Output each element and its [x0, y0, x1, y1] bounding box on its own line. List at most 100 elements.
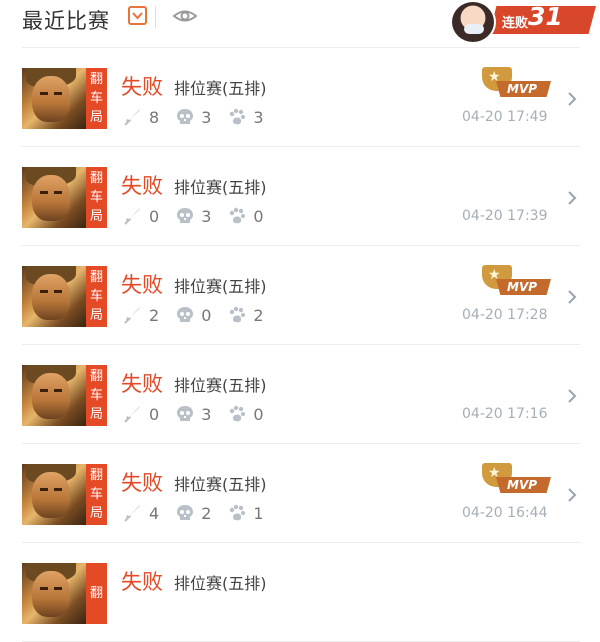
assists-value: 3 [253, 107, 264, 127]
list-item[interactable]: 翻车局失败 排位赛(五排) 8 3 3 ★ MVP 04-20 17:49 [0, 49, 600, 147]
tag-char: 局 [89, 506, 103, 521]
kills-stat: 2 [123, 305, 159, 325]
match-result: 失败 [121, 570, 163, 594]
row-chevron[interactable] [567, 91, 577, 111]
list-item[interactable]: 翻车局失败 排位赛(五排) 2 0 2 ★ MVP 04-20 17:28 [0, 247, 600, 345]
skull-icon [177, 307, 194, 322]
tag-char: 局 [89, 110, 103, 125]
tag-char: 翻 [89, 171, 103, 186]
deaths-stat: 0 [175, 305, 211, 325]
list-item[interactable]: 翻车局失败 排位赛(五排) 0 3 0 04-20 17:16 [0, 346, 600, 444]
eye-icon [172, 10, 198, 22]
divider [22, 443, 580, 444]
deaths-stat: 3 [175, 206, 211, 226]
deaths-value: 3 [201, 107, 212, 127]
chevron-right-icon [568, 389, 577, 403]
row-chevron[interactable] [567, 289, 577, 309]
kills-stat: 8 [123, 107, 159, 127]
assists-stat: 0 [227, 206, 264, 226]
list-item[interactable]: 翻车局失败 排位赛(五排) 4 2 1 ★ MVP 04-20 16:44 [0, 445, 600, 543]
mvp-badge: ★ MVP [478, 265, 552, 299]
streak-count: 31 [528, 2, 563, 31]
match-tag: 翻车局 [86, 365, 107, 426]
match-tag: 翻车局 [86, 266, 107, 327]
assists-stat: 0 [227, 404, 264, 424]
match-time: 04-20 17:28 [462, 307, 548, 323]
deaths-stat: 3 [175, 107, 211, 127]
assists-stat: 1 [227, 503, 264, 523]
sword-icon [124, 208, 140, 225]
deaths-value: 3 [201, 404, 212, 424]
assists-value: 0 [253, 206, 264, 226]
assists-value: 2 [253, 305, 264, 325]
list-item[interactable]: 翻车局失败 排位赛(五排) 0 3 0 04-20 17:39 [0, 148, 600, 246]
tag-char: 翻 [89, 468, 103, 483]
tag-char: 翻 [89, 586, 103, 601]
chevron-down-icon [132, 11, 143, 19]
tag-char: 车 [89, 487, 103, 502]
row-chevron[interactable] [567, 487, 577, 507]
match-mode: 排位赛(五排) [174, 79, 267, 98]
chevron-right-icon [568, 191, 577, 205]
streak-label: 连败 [502, 16, 529, 31]
assists-stat: 2 [227, 305, 264, 325]
divider [22, 245, 580, 246]
paw-icon [230, 306, 246, 323]
tag-char: 翻 [89, 72, 103, 87]
kda-stats: 4 2 1 [123, 502, 280, 524]
match-result: 失败 [121, 471, 163, 495]
assists-value: 0 [253, 404, 264, 424]
mvp-label: MVP [507, 82, 538, 96]
assists-value: 1 [253, 503, 264, 523]
chevron-right-icon [568, 488, 577, 502]
match-mode: 排位赛(五排) [174, 475, 267, 494]
hero-portrait [22, 365, 86, 426]
sword-icon [124, 307, 140, 324]
paw-icon [230, 108, 246, 125]
kills-value: 2 [149, 305, 160, 325]
match-result: 失败 [121, 372, 163, 396]
losing-streak-badge: 连败 31 [450, 0, 600, 44]
page-title: 最近比赛 [22, 9, 110, 33]
match-tag: 翻车局 [86, 167, 107, 228]
match-time: 04-20 17:16 [462, 406, 548, 422]
kda-stats: 0 3 0 [123, 403, 280, 425]
match-mode: 排位赛(五排) [174, 277, 267, 296]
paw-icon [230, 504, 246, 521]
match-result: 失败 [121, 75, 163, 99]
mvp-badge: ★ MVP [478, 67, 552, 101]
row-chevron[interactable] [567, 388, 577, 408]
mvp-label: MVP [507, 280, 538, 294]
kills-stat: 0 [123, 404, 159, 424]
skull-icon [177, 505, 194, 520]
skull-icon [177, 406, 194, 421]
deaths-stat: 3 [175, 404, 211, 424]
chevron-right-icon [568, 92, 577, 106]
match-mode: 排位赛(五排) [174, 574, 267, 593]
kda-stats: 8 3 3 [123, 106, 280, 128]
deaths-value: 0 [201, 305, 212, 325]
assists-stat: 3 [227, 107, 264, 127]
hero-portrait [22, 563, 86, 624]
list-item[interactable]: 翻 失败 排位赛(五排) [0, 544, 600, 642]
tag-char: 车 [89, 289, 103, 304]
deaths-value: 3 [201, 206, 212, 226]
kills-stat: 0 [123, 206, 159, 226]
divider [22, 47, 580, 48]
kills-value: 0 [149, 404, 160, 424]
tag-char: 局 [89, 407, 103, 422]
kills-value: 0 [149, 206, 160, 226]
match-tag: 翻 [86, 563, 107, 624]
mvp-label: MVP [507, 478, 538, 492]
kills-value: 4 [149, 503, 160, 523]
row-chevron[interactable] [567, 190, 577, 210]
sword-icon [124, 109, 140, 126]
filter-dropdown-button[interactable] [128, 6, 147, 25]
tag-char: 局 [89, 209, 103, 224]
sword-icon [124, 505, 140, 522]
kda-stats: 2 0 2 [123, 304, 280, 326]
match-mode: 排位赛(五排) [174, 178, 267, 197]
visibility-toggle[interactable] [172, 7, 198, 29]
match-time: 04-20 16:44 [462, 505, 548, 521]
match-time: 04-20 17:49 [462, 109, 548, 125]
